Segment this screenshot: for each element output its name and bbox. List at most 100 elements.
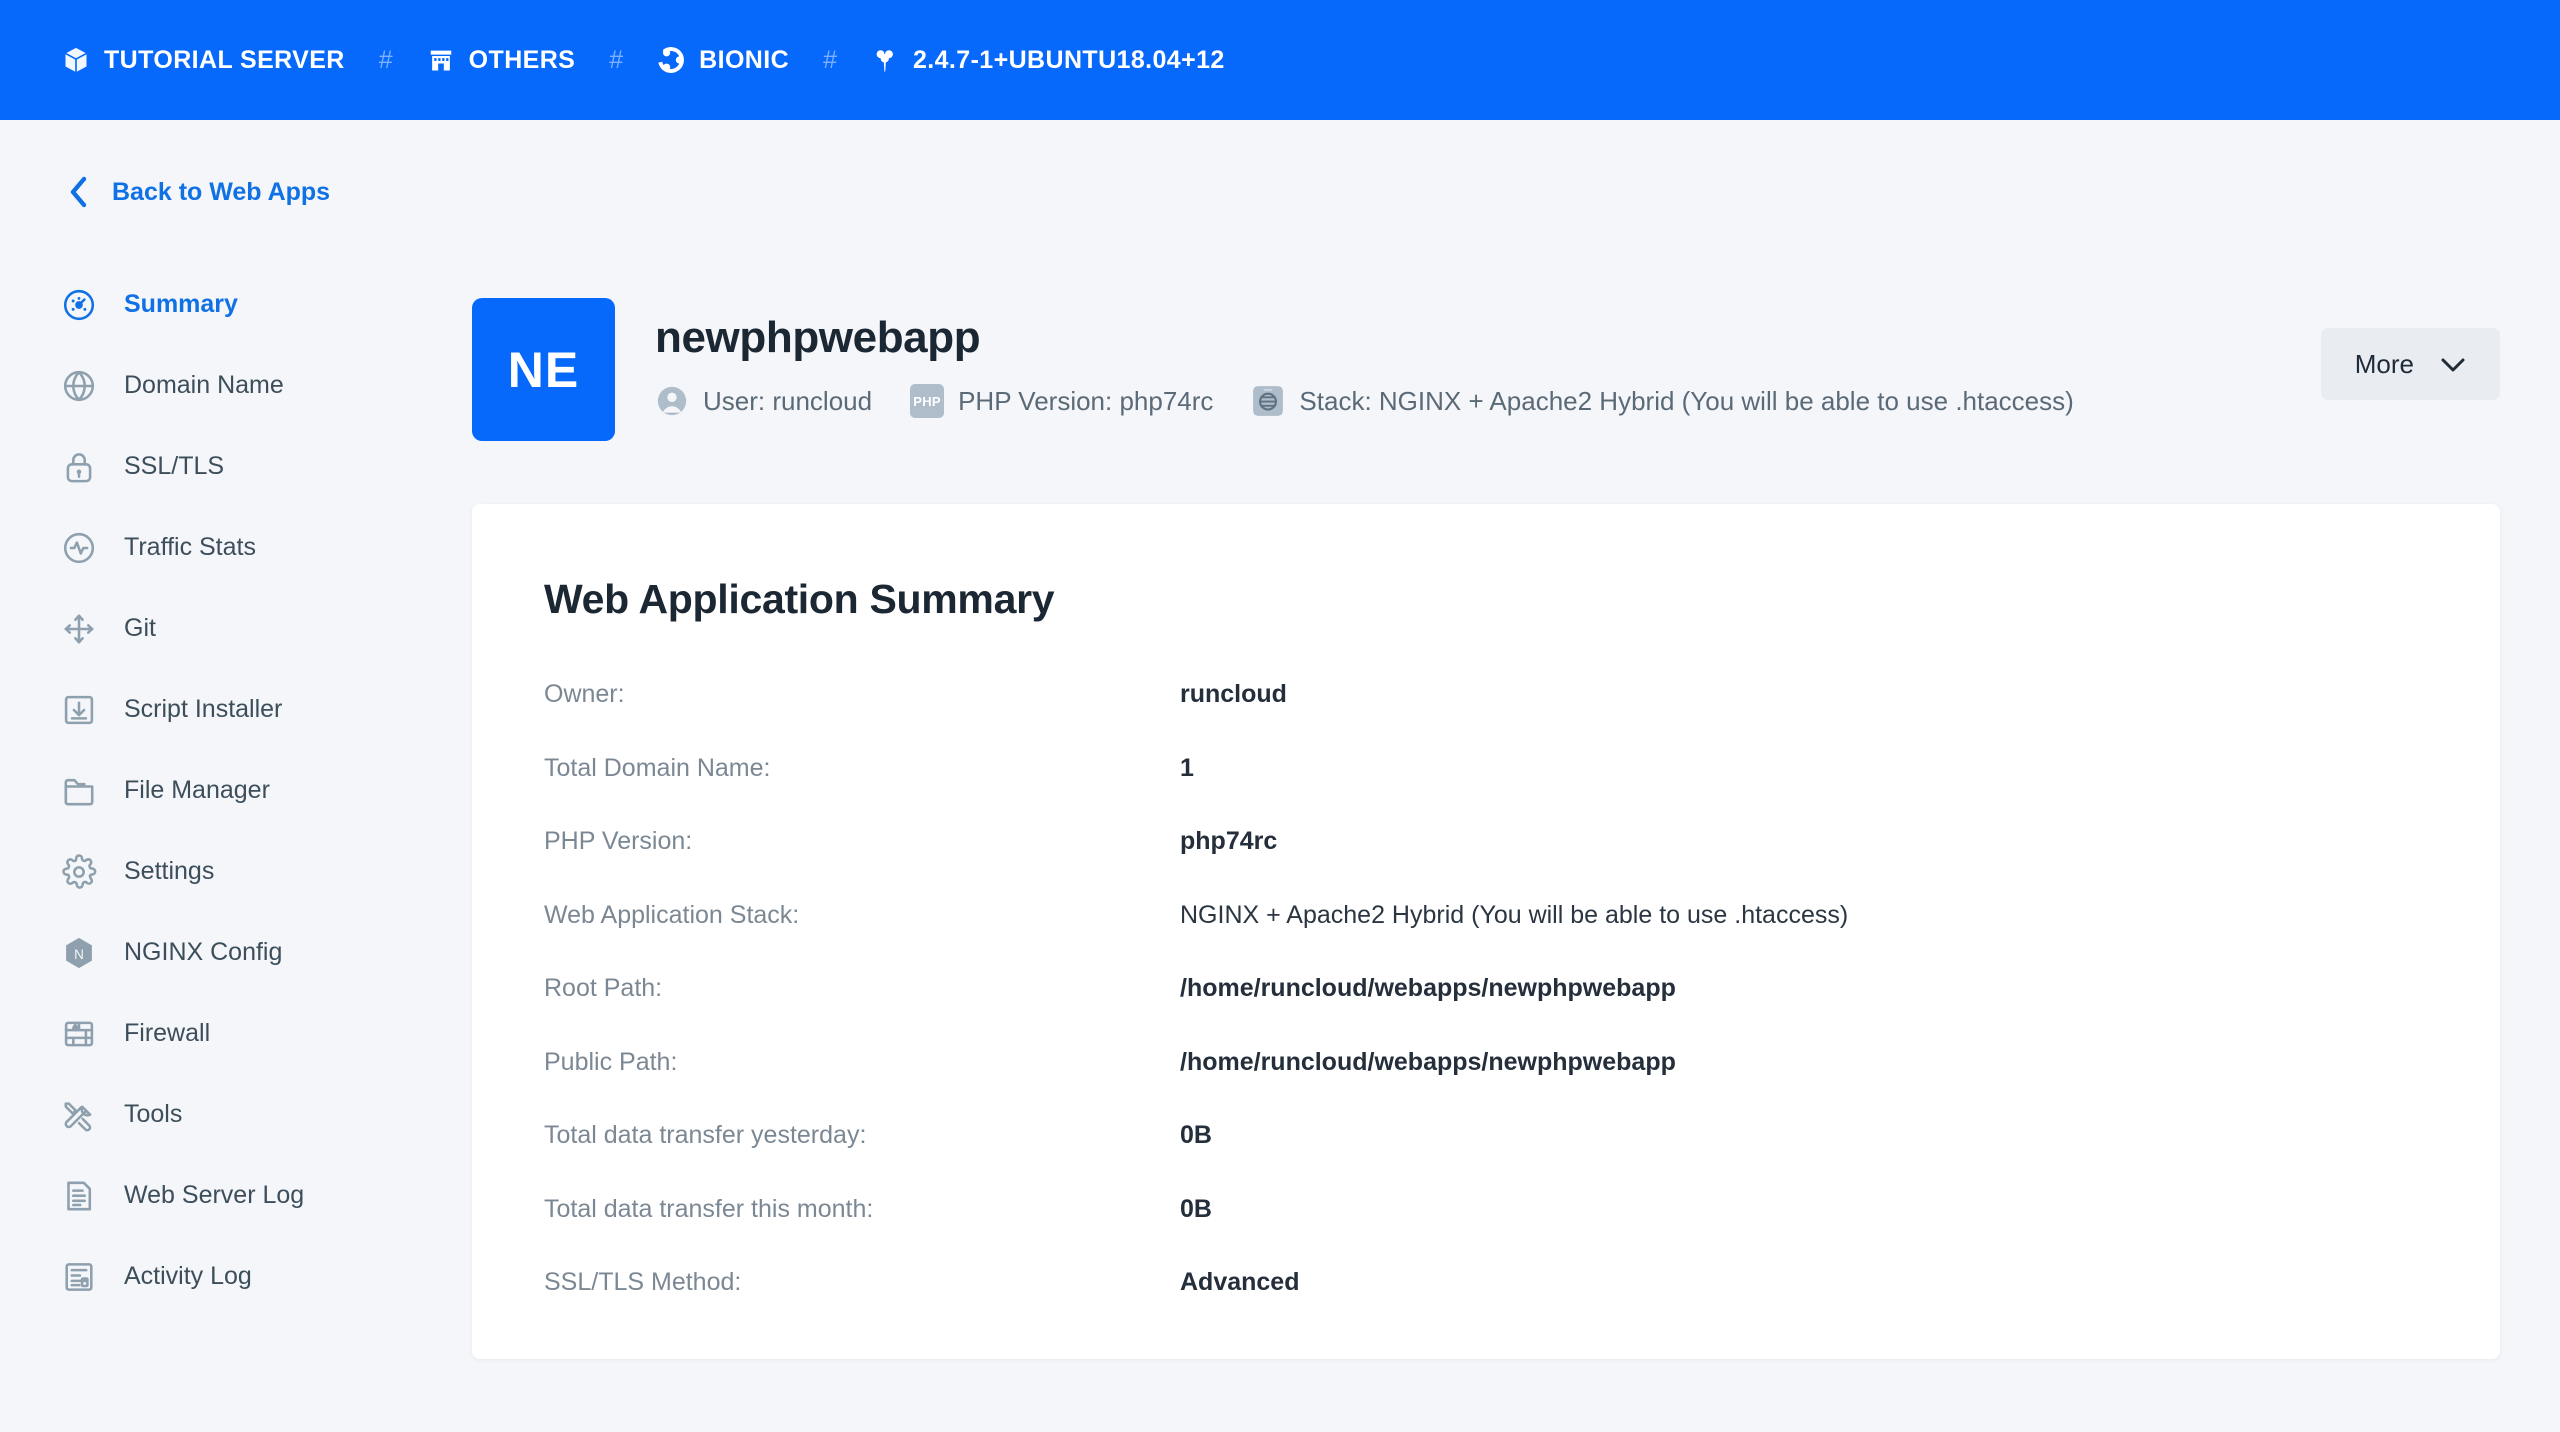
sidebar-item-domain-name[interactable]: Domain Name [0, 345, 472, 426]
main-content: NE newphpwebapp User: runcloud PHP PHP Ver… [472, 120, 2560, 1432]
breadcrumb-label: 2.4.7-1+UBUNTU18.04+12 [912, 45, 1225, 74]
summary-row-key: Total data transfer this month: [544, 1194, 874, 1223]
document-lines-icon [60, 1177, 98, 1215]
cube-icon [62, 46, 90, 74]
svg-text:N: N [74, 947, 84, 962]
back-to-web-apps-label: Back to Web Apps [112, 177, 331, 206]
pulse-icon [60, 529, 98, 567]
sidebar-item-git[interactable]: Git [0, 588, 472, 669]
sidebar-nav-list: Summary Domain Name SSL/TLS Traffic Stats Gi… [0, 264, 472, 1317]
sidebar-item-activity-log[interactable]: Activity Log [0, 1236, 472, 1317]
summary-row-value: NGINX + Apache2 Hybrid (You will be able… [1180, 900, 1849, 929]
app-avatar: NE [472, 298, 615, 441]
summary-row: Total data transfer this month: 0B [544, 1194, 2428, 1224]
sidebar-item-firewall[interactable]: Firewall [0, 993, 472, 1074]
sidebar-item-file-manager[interactable]: File Manager [0, 750, 472, 831]
more-button-label: More [2354, 348, 2414, 379]
sidebar-item-label: Traffic Stats [124, 533, 256, 561]
summary-row-key: PHP Version: [544, 827, 693, 855]
summary-row-value: 0B [1180, 1121, 1212, 1149]
summary-row-key: Public Path: [544, 1047, 678, 1076]
summary-row-value: 0B [1180, 1194, 1212, 1223]
app-meta-item-2: PHP PHP Version: php74rc [910, 384, 1214, 419]
lock-icon [60, 448, 98, 486]
breadcrumb-item-2[interactable]: OTHERS [427, 46, 576, 75]
user-circle-icon [655, 384, 689, 418]
activity-doc-icon [60, 1258, 98, 1296]
sidebar-item-label: Summary [124, 290, 238, 318]
summary-row-key: SSL/TLS Method: [544, 1268, 742, 1296]
page-title: newphpwebapp [655, 313, 981, 362]
summary-row-key: Total data transfer yesterday: [544, 1121, 867, 1149]
breadcrumb-item-3[interactable]: BIONIC [657, 46, 789, 75]
summary-row-key: Web Application Stack: [544, 900, 800, 929]
git-branch-icon [60, 610, 98, 648]
summary-row-value: Advanced [1180, 1268, 1300, 1296]
folder-icon [60, 772, 98, 810]
sidebar-item-traffic-stats[interactable]: Traffic Stats [0, 507, 472, 588]
summary-row-key: Root Path: [544, 974, 663, 1002]
summary-card: Web Application Summary Owner: runcloud To… [472, 504, 2500, 1359]
breadcrumb-separator: # [378, 45, 393, 74]
download-box-icon [60, 691, 98, 729]
app-meta-text: User: runcloud [703, 385, 873, 416]
chevron-left-icon [66, 175, 90, 209]
summary-row-value: /home/runcloud/webapps/newphpwebapp [1180, 1047, 1676, 1076]
card-title: Web Application Summary [544, 576, 1055, 622]
back-to-web-apps-link[interactable]: Back to Web Apps [0, 164, 472, 220]
gear-icon [60, 853, 98, 891]
summary-row-key: Owner: [544, 680, 625, 708]
breadcrumb-item-1[interactable]: TUTORIAL SERVER [62, 46, 345, 75]
page-body: Back to Web Apps Summary Domain Name SSL/T… [0, 120, 2560, 1432]
sidebar-item-ssl-tls[interactable]: SSL/TLS [0, 426, 472, 507]
sidebar-item-settings[interactable]: Settings [0, 831, 472, 912]
app-meta-row: User: runcloud PHP PHP Version: php74rc Sta… [655, 384, 2301, 419]
sidebar-item-label: Settings [124, 857, 215, 885]
tools-icon [60, 1096, 98, 1134]
summary-row-value: php74rc [1180, 827, 1278, 855]
breadcrumb-separator: # [609, 45, 624, 74]
summary-row-key: Total Domain Name: [544, 753, 771, 782]
sidebar-item-label: Firewall [124, 1019, 211, 1047]
apache-icon [871, 46, 899, 74]
sidebar-item-script-installer[interactable]: Script Installer [0, 669, 472, 750]
dashboard-icon [60, 286, 98, 324]
summary-row: Root Path: /home/runcloud/webapps/newphpw… [544, 974, 2428, 1003]
globe-icon [60, 367, 98, 405]
breadcrumb-item-4[interactable]: 2.4.7-1+UBUNTU18.04+12 [871, 46, 1225, 75]
breadcrumb-separator: # [823, 45, 837, 74]
server-stack-icon [1251, 384, 1285, 418]
app-meta-item-1: User: runcloud [655, 384, 872, 418]
sidebar: Back to Web Apps Summary Domain Name SSL/T… [0, 120, 472, 1432]
summary-row-value: runcloud [1180, 680, 1287, 708]
breadcrumb-label: TUTORIAL SERVER [104, 45, 345, 74]
sidebar-item-label: Script Installer [124, 695, 283, 723]
sidebar-item-label: NGINX Config [124, 938, 283, 966]
more-button[interactable]: More [2320, 328, 2500, 400]
sidebar-item-summary[interactable]: Summary [0, 264, 472, 345]
sidebar-item-label: SSL/TLS [124, 452, 225, 480]
app-meta-item-3: Stack: NGINX + Apache2 Hybrid (You will … [1251, 384, 2074, 418]
summary-row: SSL/TLS Method: Advanced [544, 1268, 2428, 1297]
sidebar-item-tools[interactable]: Tools [0, 1074, 472, 1155]
sidebar-item-nginx-config[interactable]: N NGINX Config [0, 912, 472, 993]
app-meta-text: PHP Version: php74rc [958, 385, 1214, 416]
chevron-down-icon [2440, 349, 2466, 380]
sidebar-item-label: Domain Name [124, 371, 284, 399]
summary-row: Public Path: /home/runcloud/webapps/newph… [544, 1047, 2428, 1077]
sidebar-item-label: Web Server Log [124, 1181, 305, 1209]
sidebar-item-label: Activity Log [124, 1262, 252, 1290]
nginx-hexagon-icon: N [60, 934, 98, 972]
sidebar-item-web-server-log[interactable]: Web Server Log [0, 1155, 472, 1236]
summary-rows: Owner: runcloud Total Domain Name: 1 PHP Ver… [544, 680, 2428, 1297]
php-badge-icon: PHP [910, 384, 945, 419]
summary-row-value: /home/runcloud/webapps/newphpwebapp [1180, 974, 1676, 1002]
breadcrumb-label: BIONIC [699, 45, 790, 74]
summary-row-value: 1 [1180, 753, 1194, 782]
sidebar-item-label: Tools [124, 1100, 183, 1128]
summary-row: Total Domain Name: 1 [544, 753, 2428, 783]
firewall-icon [60, 1015, 98, 1053]
sidebar-item-label: Git [124, 614, 156, 642]
store-icon [427, 46, 455, 74]
breadcrumb-label: OTHERS [468, 45, 576, 74]
